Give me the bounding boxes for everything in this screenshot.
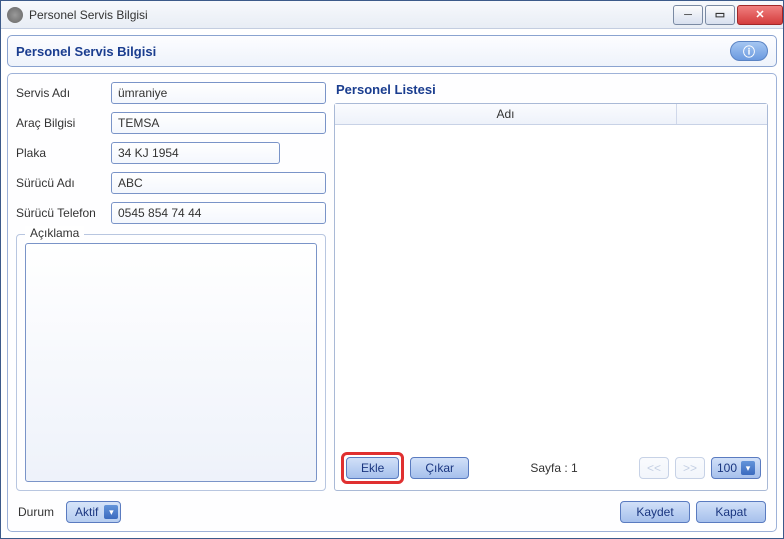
page-size-select[interactable]: 100 [711, 457, 761, 479]
chevron-down-icon [104, 505, 118, 519]
row-arac-bilgisi: Araç Bilgisi [16, 112, 326, 134]
durum-label: Durum [18, 505, 54, 519]
input-surucu-telefon[interactable] [111, 202, 326, 224]
form-rows: Servis Adı Araç Bilgisi Plaka Sürüc [16, 82, 326, 224]
upper-area: Servis Adı Araç Bilgisi Plaka Sürüc [16, 82, 768, 491]
aciklama-fieldset: Açıklama [16, 234, 326, 491]
main-panel: Servis Adı Araç Bilgisi Plaka Sürüc [7, 73, 777, 532]
prev-page-button[interactable]: << [639, 457, 669, 479]
grid-body [335, 125, 767, 446]
window-title: Personel Servis Bilgisi [29, 8, 671, 22]
row-servis-adi: Servis Adı [16, 82, 326, 104]
titlebar: Personel Servis Bilgisi ─ ▭ ✕ [1, 1, 783, 29]
chevron-down-icon [741, 461, 755, 475]
page-label: Sayfa : 1 [530, 461, 577, 475]
durum-select[interactable]: Aktif [66, 501, 121, 523]
grid-footer: Ekle Çıkar Sayfa : 1 << >> 100 [335, 446, 767, 490]
window-controls: ─ ▭ ✕ [671, 5, 783, 25]
content: Personel Servis Bilgisi ⓘ Servis Adı Ara… [1, 29, 783, 538]
row-surucu-adi: Sürücü Adı [16, 172, 326, 194]
label-plaka: Plaka [16, 146, 111, 160]
kapat-button[interactable]: Kapat [696, 501, 766, 523]
input-servis-adi[interactable] [111, 82, 326, 104]
label-surucu-adi: Sürücü Adı [16, 176, 111, 190]
aciklama-textarea[interactable] [25, 243, 317, 482]
aciklama-legend: Açıklama [25, 226, 84, 240]
header-title: Personel Servis Bilgisi [16, 44, 730, 59]
ekle-highlight: Ekle [341, 452, 404, 484]
next-page-button[interactable]: >> [675, 457, 705, 479]
footer-row: Durum Aktif Kaydet Kapat [16, 497, 768, 523]
list-column: Personel Listesi Adı Ekle Çıkar [334, 82, 768, 491]
header-strip: Personel Servis Bilgisi ⓘ [7, 35, 777, 67]
app-icon [7, 7, 23, 23]
input-arac-bilgisi[interactable] [111, 112, 326, 134]
col-empty[interactable] [677, 104, 767, 124]
page-size-value: 100 [717, 461, 737, 475]
close-button[interactable]: ✕ [737, 5, 783, 25]
personel-grid: Adı Ekle Çıkar Sayfa : 1 << [334, 103, 768, 491]
info-button[interactable]: ⓘ [730, 41, 768, 61]
label-servis-adi: Servis Adı [16, 86, 111, 100]
minimize-button[interactable]: ─ [673, 5, 703, 25]
kaydet-button[interactable]: Kaydet [620, 501, 690, 523]
input-surucu-adi[interactable] [111, 172, 326, 194]
ekle-button[interactable]: Ekle [346, 457, 399, 479]
label-surucu-telefon: Sürücü Telefon [16, 206, 111, 220]
form-column: Servis Adı Araç Bilgisi Plaka Sürüc [16, 82, 326, 491]
maximize-button[interactable]: ▭ [705, 5, 735, 25]
row-surucu-telefon: Sürücü Telefon [16, 202, 326, 224]
list-title: Personel Listesi [334, 82, 768, 97]
grid-header: Adı [335, 104, 767, 125]
cikar-button[interactable]: Çıkar [410, 457, 469, 479]
label-arac-bilgisi: Araç Bilgisi [16, 116, 111, 130]
durum-value: Aktif [75, 505, 98, 519]
row-plaka: Plaka [16, 142, 326, 164]
input-plaka[interactable] [111, 142, 280, 164]
app-window: Personel Servis Bilgisi ─ ▭ ✕ Personel S… [0, 0, 784, 539]
col-adi[interactable]: Adı [335, 104, 677, 124]
